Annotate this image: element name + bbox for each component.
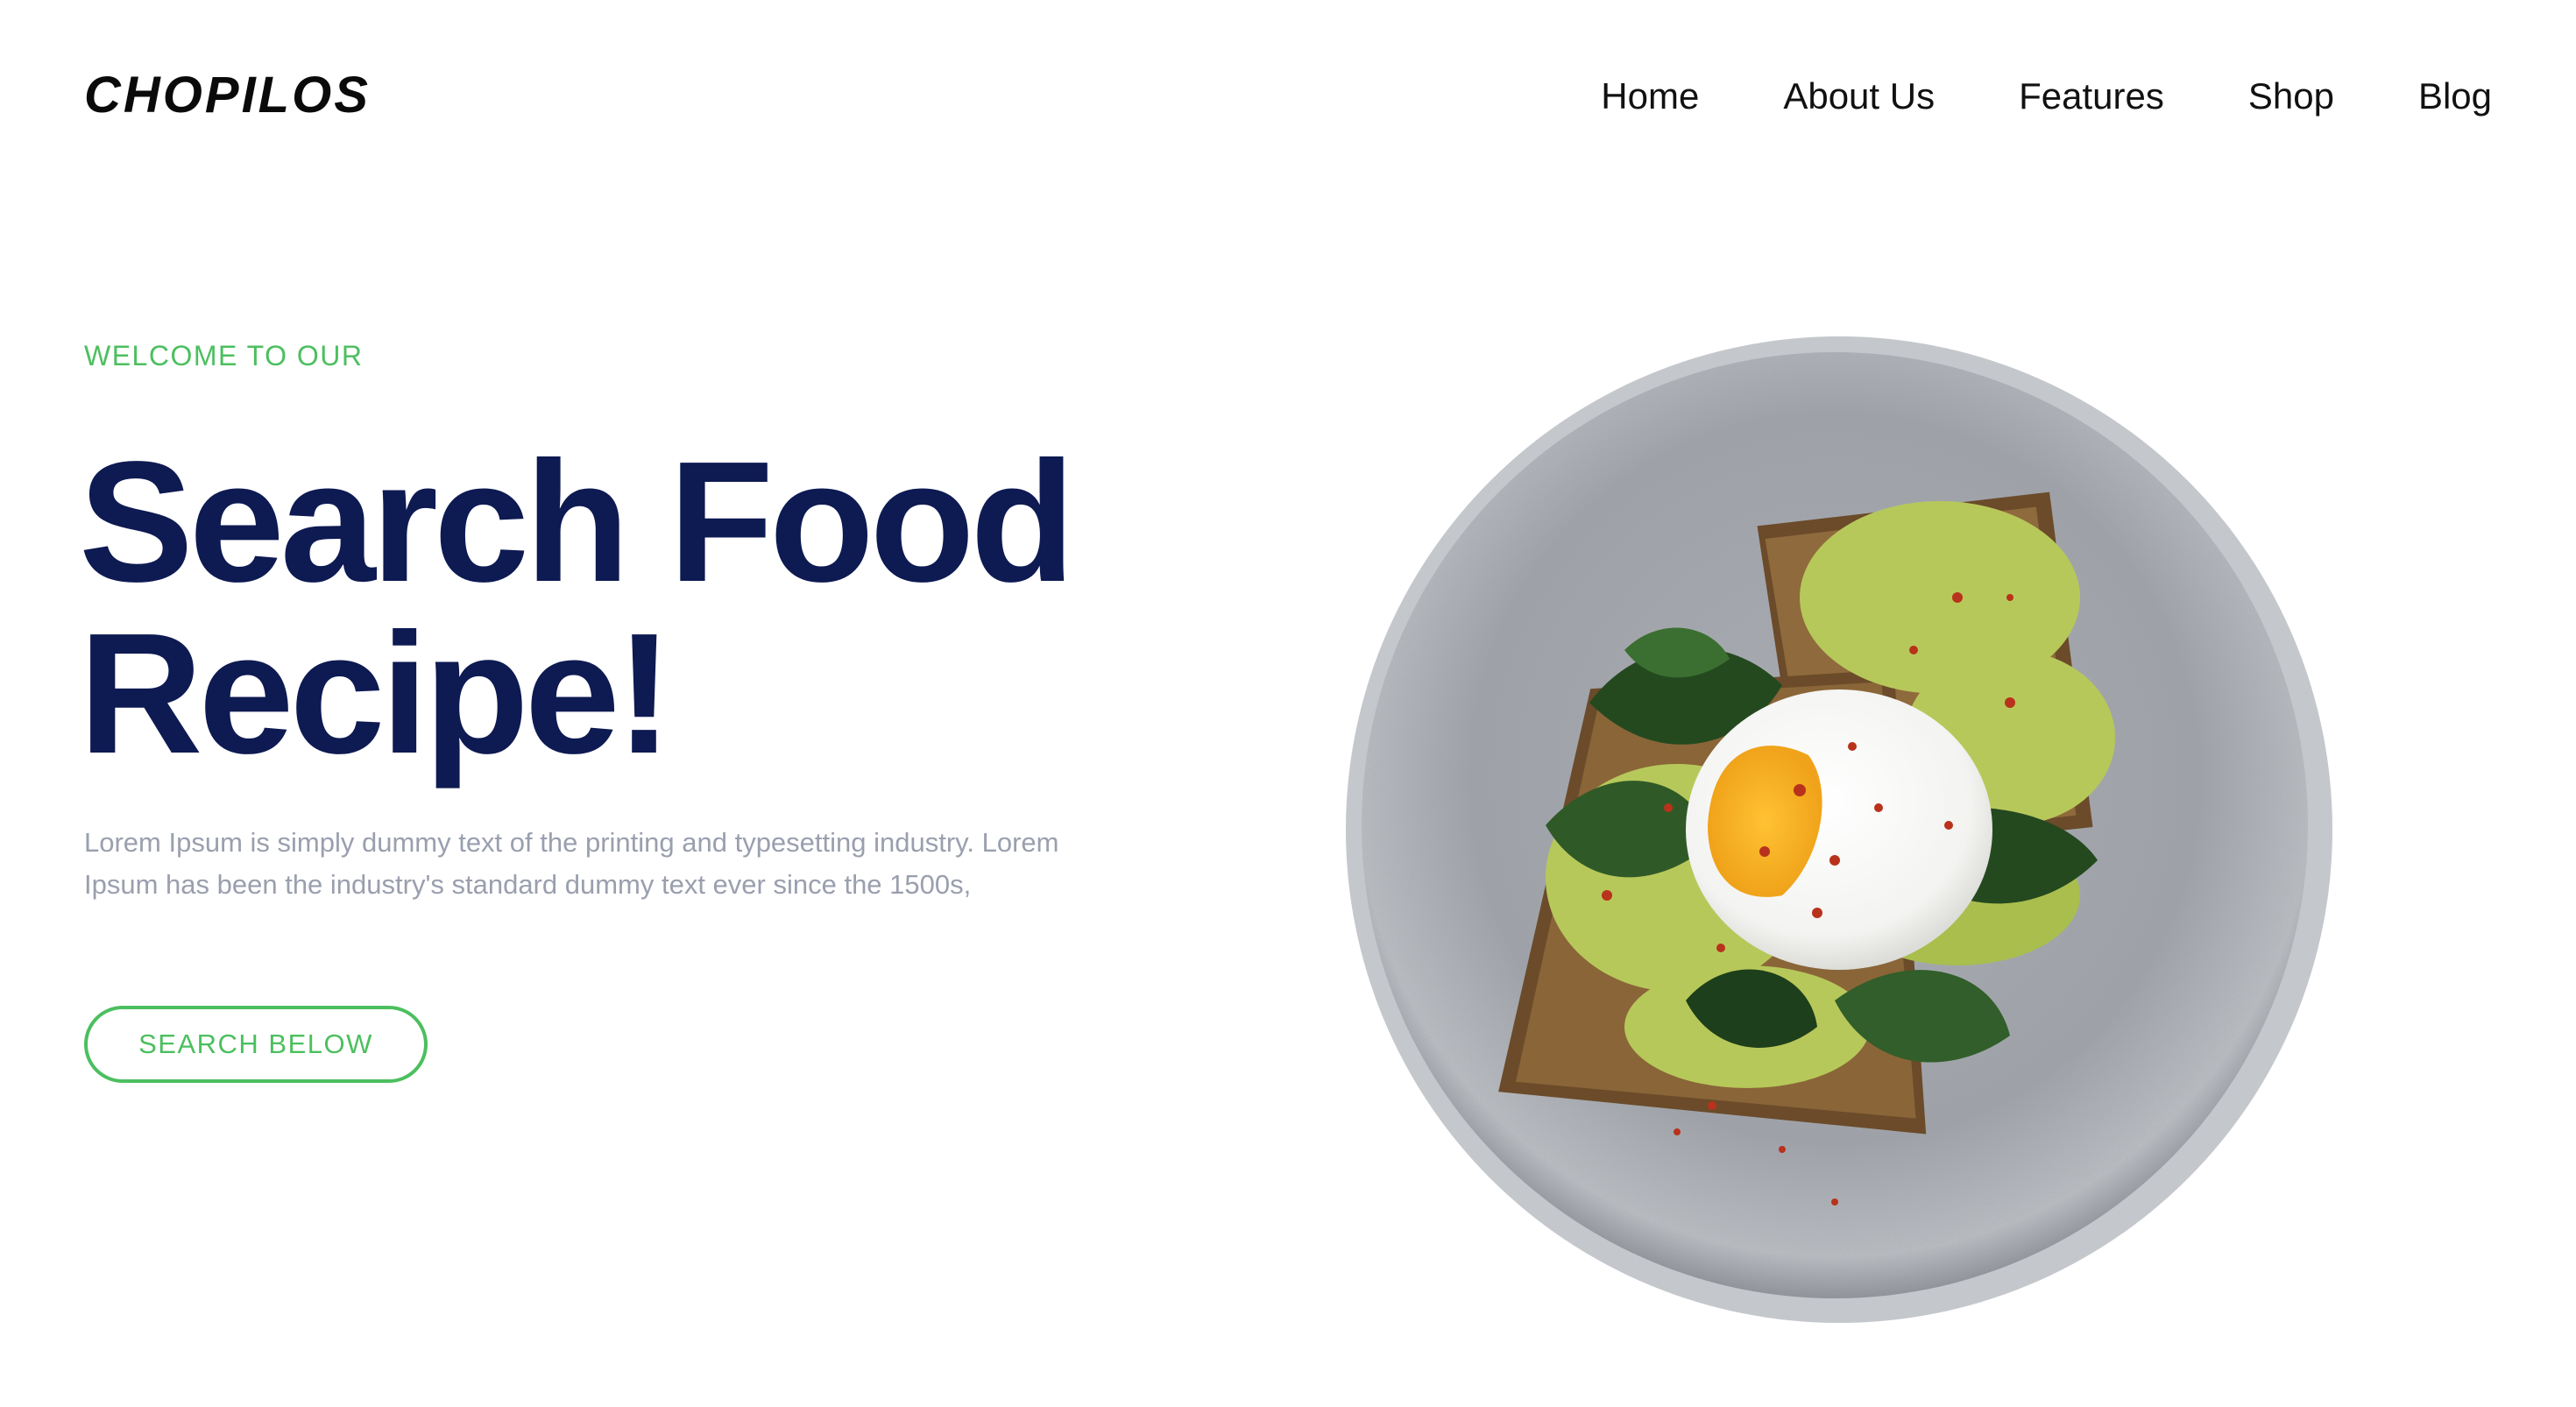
nav-item-shop[interactable]: Shop — [2248, 70, 2334, 123]
plate-illustration — [1346, 336, 2332, 1323]
hero-title-line-1: Search Food — [79, 426, 1075, 618]
hero-eyebrow: WELCOME TO OUR — [84, 340, 364, 371]
hero-title: Search Food Recipe! — [79, 436, 1218, 780]
nav-item-home[interactable]: Home — [1601, 70, 1699, 123]
nav-item-about-us[interactable]: About Us — [1783, 70, 1935, 123]
hero-food-image — [1344, 335, 2334, 1325]
poached-egg — [1686, 689, 1992, 970]
nav-item-features[interactable]: Features — [2019, 70, 2164, 123]
search-below-button[interactable]: SEARCH BELOW — [84, 1006, 428, 1083]
nav-item-blog[interactable]: Blog — [2418, 70, 2492, 123]
hero-description: Lorem Ipsum is simply dummy text of the … — [84, 827, 1059, 900]
brand-logo[interactable]: CHOPILOS — [84, 63, 371, 128]
hero-title-line-2: Recipe! — [79, 597, 673, 789]
main-nav: Home About Us Features Shop Blog — [1601, 70, 2492, 123]
landing-page: CHOPILOS Home About Us Features Shop Blo… — [0, 0, 2576, 1407]
